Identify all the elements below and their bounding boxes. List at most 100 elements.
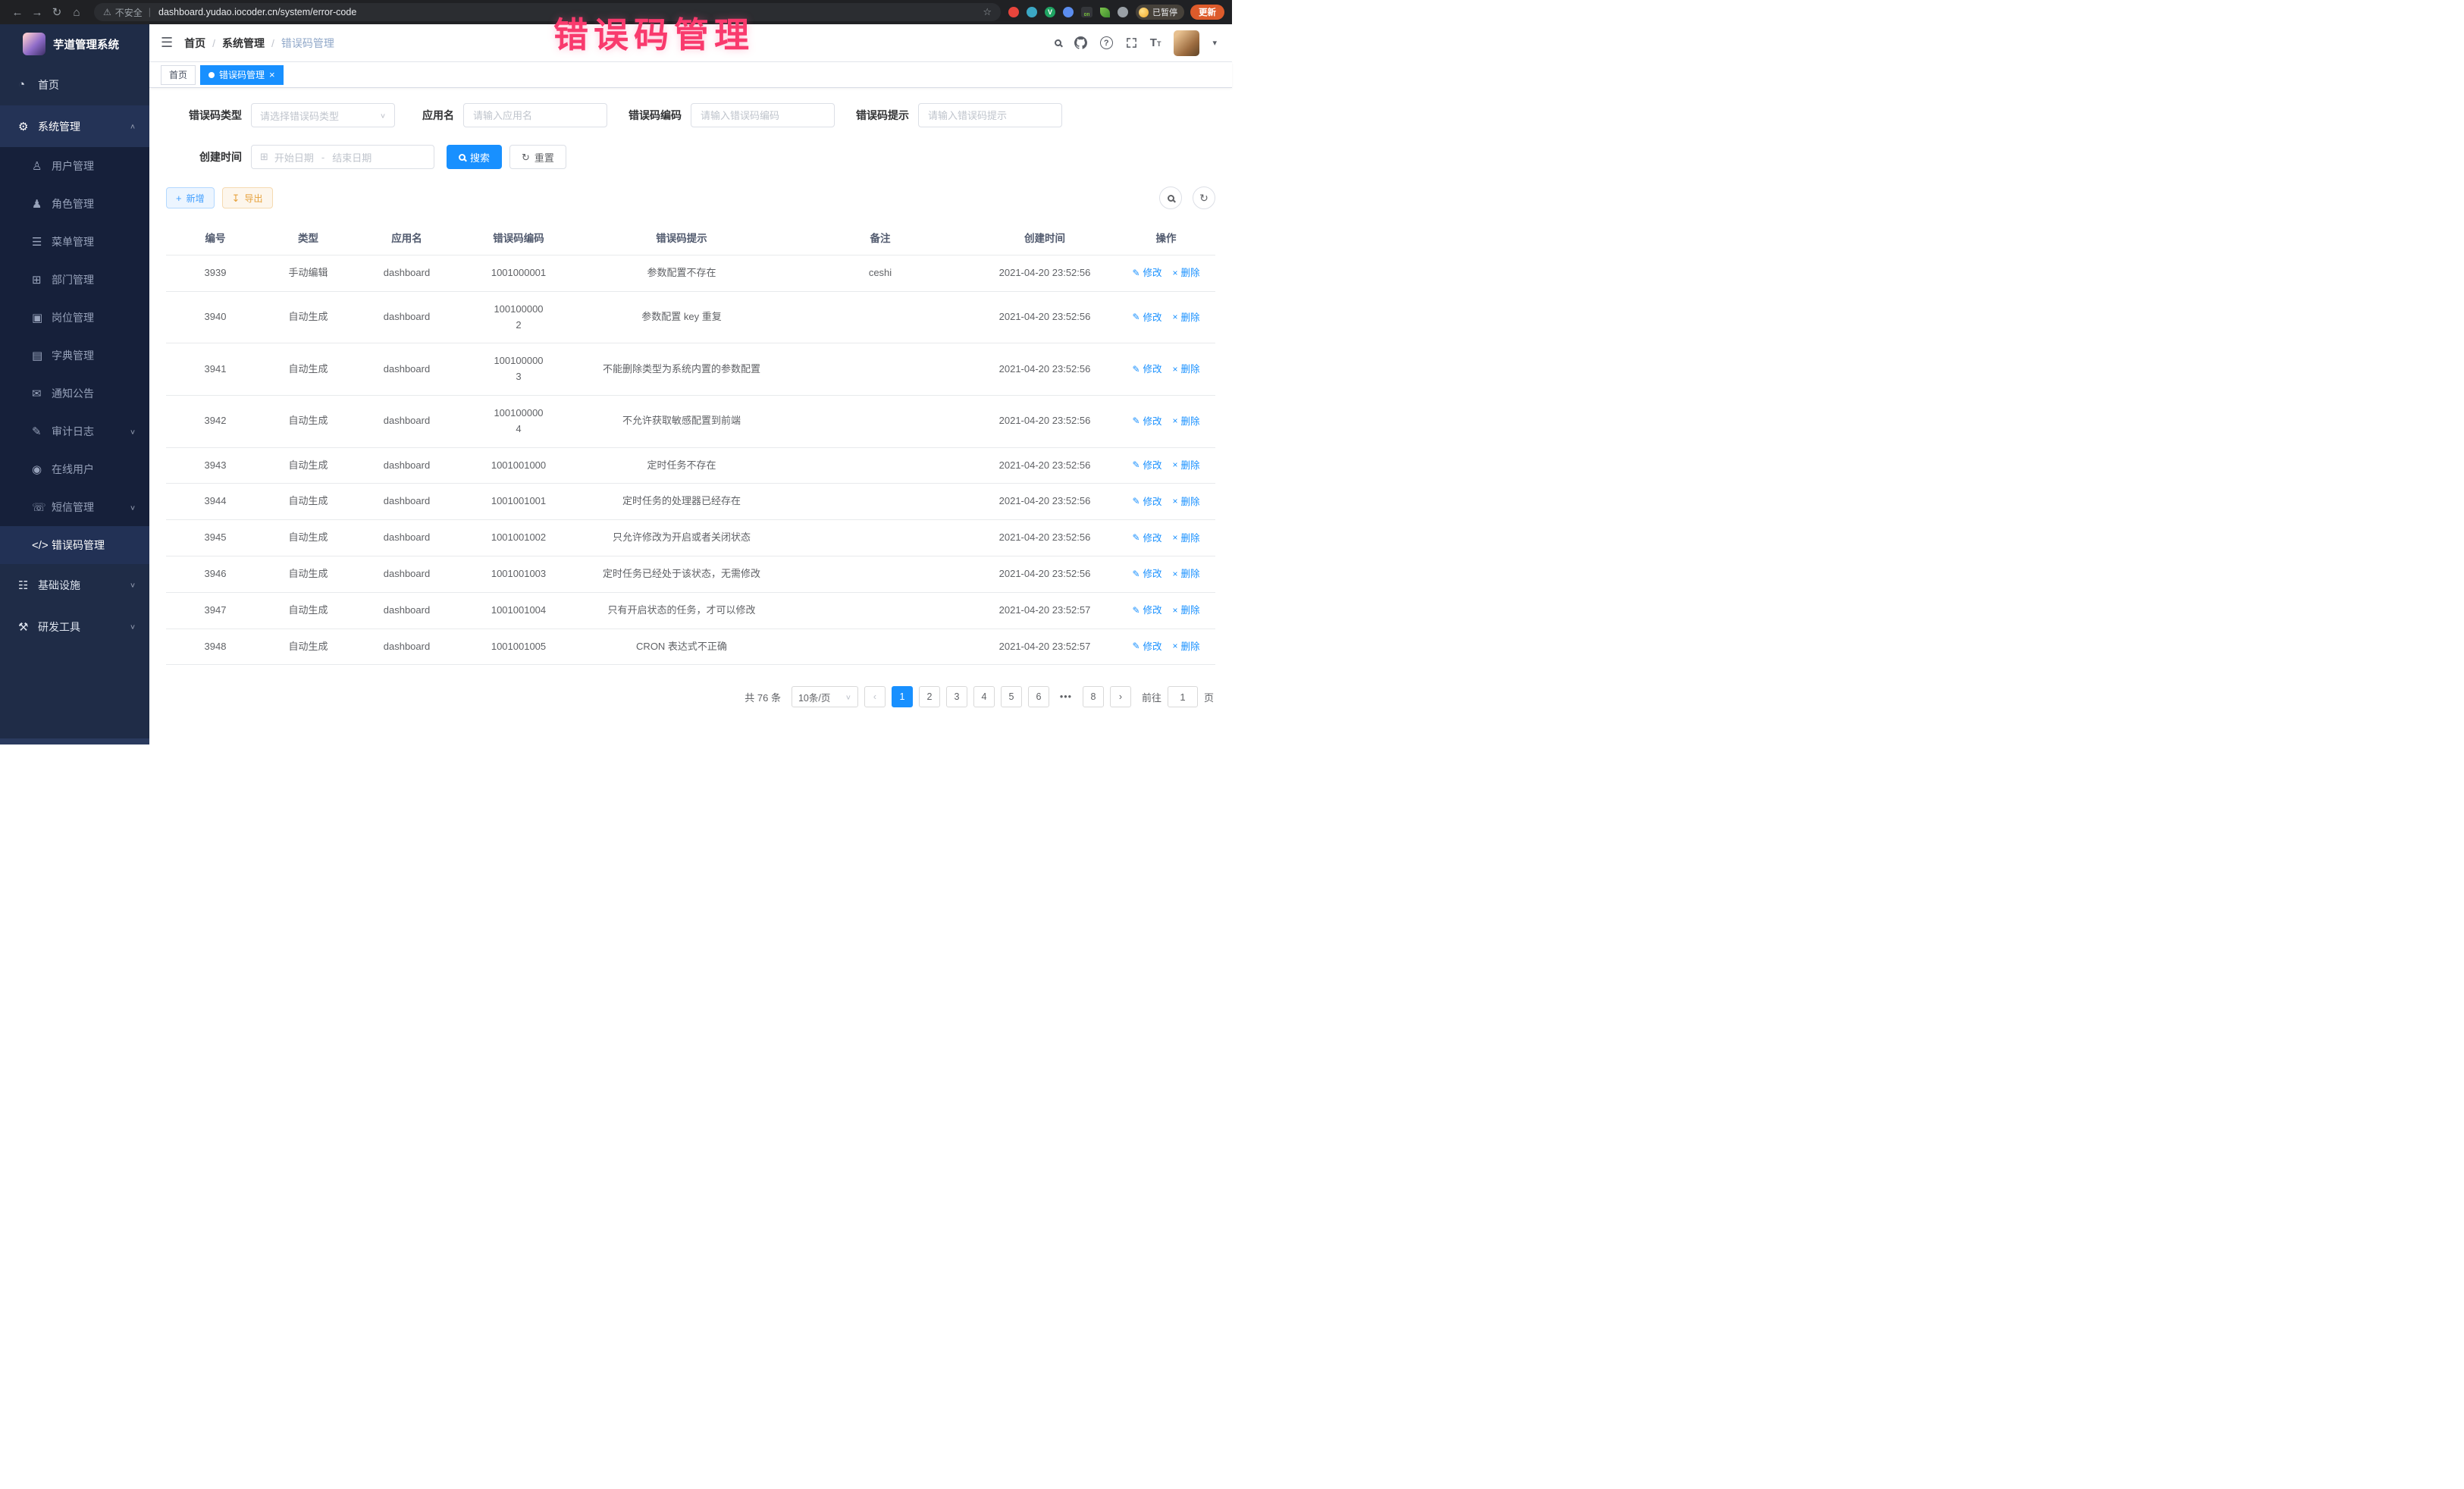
- browser-home-icon[interactable]: ⌂: [67, 6, 86, 19]
- sidebar-item[interactable]: ☷ 基础设施 ∨: [0, 564, 149, 606]
- extension-on-icon[interactable]: on: [1081, 7, 1092, 17]
- search-icon[interactable]: [1055, 39, 1061, 46]
- extension-pin-icon[interactable]: [1118, 7, 1128, 17]
- sidebar-item[interactable]: ♙ 用户管理: [0, 147, 149, 185]
- sidebar-item[interactable]: ⚒ 研发工具 ∨: [0, 606, 149, 647]
- error-msg-input[interactable]: [918, 103, 1062, 127]
- tab-close-icon[interactable]: ×: [269, 70, 275, 80]
- bookmark-star-icon[interactable]: ☆: [983, 6, 992, 18]
- extension-v-icon[interactable]: V: [1045, 7, 1055, 17]
- goto-page-input[interactable]: [1168, 686, 1198, 707]
- edit-link[interactable]: ✎ 修改: [1132, 310, 1161, 325]
- delete-link[interactable]: × 删除: [1173, 362, 1200, 377]
- cell-id: 3948: [166, 629, 265, 665]
- help-icon[interactable]: ?: [1100, 36, 1113, 49]
- breadcrumb-home[interactable]: 首页: [184, 36, 205, 51]
- delete-link[interactable]: × 删除: [1173, 310, 1200, 325]
- edit-link[interactable]: ✎ 修改: [1132, 603, 1161, 618]
- extension-record-icon[interactable]: [1008, 7, 1019, 17]
- cell-message: 只允许修改为开启或者关闭状态: [575, 520, 788, 556]
- profile-paused-badge[interactable]: 已暂停: [1136, 5, 1184, 20]
- tab-home[interactable]: 首页: [161, 65, 196, 85]
- extension-drop-icon[interactable]: [1027, 7, 1037, 17]
- tab-error-code[interactable]: 错误码管理 ×: [200, 65, 284, 85]
- edit-link[interactable]: ✎ 修改: [1132, 566, 1161, 581]
- sidebar-item[interactable]: ▣ 岗位管理: [0, 299, 149, 337]
- toggle-search-button[interactable]: [1159, 187, 1182, 209]
- browser-reload-icon[interactable]: ↻: [47, 5, 67, 19]
- cell-message: 只有开启状态的任务，才可以修改: [575, 592, 788, 629]
- cell-type: 自动生成: [265, 395, 352, 447]
- page-button[interactable]: 6: [1028, 686, 1049, 707]
- browser-back-icon[interactable]: ←: [8, 6, 27, 19]
- sidebar-item[interactable]: ♟ 角色管理: [0, 185, 149, 223]
- edit-link[interactable]: ✎ 修改: [1132, 494, 1161, 509]
- delete-link[interactable]: × 删除: [1173, 566, 1200, 581]
- sidebar-item[interactable]: ◔ 首页: [0, 64, 149, 105]
- delete-link[interactable]: × 删除: [1173, 603, 1200, 618]
- reset-button[interactable]: ↻ 重置: [509, 145, 566, 169]
- add-button[interactable]: + 新增: [166, 187, 215, 208]
- edit-link[interactable]: ✎ 修改: [1132, 531, 1161, 546]
- page-size-select[interactable]: 10条/页 ∨: [792, 686, 858, 707]
- filter-row-1: 错误码类型 请选择错误码类型 ∨ 应用名 错误码编码 错误码提示: [166, 103, 1215, 127]
- delete-link[interactable]: × 删除: [1173, 494, 1200, 509]
- sidebar-item[interactable]: ◉ 在线用户: [0, 450, 149, 488]
- github-icon[interactable]: [1074, 36, 1087, 49]
- page-button[interactable]: 1: [892, 686, 913, 707]
- edit-link[interactable]: ✎ 修改: [1132, 265, 1161, 281]
- create-time-range-picker[interactable]: ⊞ 开始日期 - 结束日期: [251, 145, 434, 169]
- page-button[interactable]: 4: [973, 686, 995, 707]
- search-button[interactable]: 搜索: [447, 145, 502, 169]
- app-name-input[interactable]: [463, 103, 607, 127]
- delete-link[interactable]: × 删除: [1173, 265, 1200, 281]
- page-button[interactable]: 8: [1083, 686, 1104, 707]
- sidebar-item[interactable]: ☰ 菜单管理: [0, 223, 149, 261]
- edit-label: 修改: [1143, 603, 1162, 618]
- fullscreen-icon[interactable]: [1126, 37, 1137, 49]
- sidebar-collapse-bar[interactable]: [0, 738, 149, 744]
- delete-link[interactable]: × 删除: [1173, 639, 1200, 654]
- page-button[interactable]: 5: [1001, 686, 1022, 707]
- app-logo[interactable]: 芋道管理系统: [0, 24, 149, 64]
- table-row: 3940 自动生成 dashboard 100100000 2 参数配置 key…: [166, 291, 1215, 343]
- extension-people-icon[interactable]: [1063, 7, 1074, 17]
- browser-update-button[interactable]: 更新: [1190, 5, 1224, 20]
- cell-message: 不允许获取敏感配置到前端: [575, 395, 788, 447]
- extension-leaf-icon[interactable]: [1100, 8, 1110, 17]
- sidebar-item[interactable]: ⚙ 系统管理 ∧: [0, 105, 149, 147]
- cell-app: dashboard: [352, 447, 462, 484]
- sidebar-item-label: 用户管理: [52, 158, 94, 174]
- edit-link[interactable]: ✎ 修改: [1132, 639, 1161, 654]
- sidebar-item[interactable]: </> 错误码管理: [0, 526, 149, 564]
- next-page-button[interactable]: ›: [1110, 686, 1131, 707]
- prev-page-button[interactable]: ‹: [864, 686, 886, 707]
- cell-app: dashboard: [352, 484, 462, 520]
- export-button[interactable]: ↧ 导出: [222, 187, 273, 208]
- sidebar-item[interactable]: ☏ 短信管理 ∨: [0, 488, 149, 526]
- sidebar-item[interactable]: ✉ 通知公告: [0, 375, 149, 412]
- page-button[interactable]: 3: [946, 686, 967, 707]
- edit-link[interactable]: ✎ 修改: [1132, 414, 1161, 429]
- page-button[interactable]: 2: [919, 686, 940, 707]
- refresh-table-button[interactable]: ↻: [1193, 187, 1215, 209]
- chevron-down-icon[interactable]: ▾: [1212, 38, 1217, 48]
- address-bar[interactable]: ⚠ 不安全 | dashboard.yudao.iocoder.cn/syste…: [94, 3, 1001, 21]
- delete-label: 删除: [1181, 414, 1200, 429]
- delete-link[interactable]: × 删除: [1173, 458, 1200, 473]
- hamburger-icon[interactable]: ☰: [161, 35, 173, 51]
- sidebar-item[interactable]: ✎ 审计日志 ∨: [0, 412, 149, 450]
- delete-link[interactable]: × 删除: [1173, 531, 1200, 546]
- delete-link[interactable]: × 删除: [1173, 414, 1200, 429]
- sidebar-item[interactable]: ⊞ 部门管理: [0, 261, 149, 299]
- sidebar-item[interactable]: ▤ 字典管理: [0, 337, 149, 375]
- user-avatar[interactable]: [1174, 30, 1199, 56]
- page-button[interactable]: •••: [1055, 686, 1077, 707]
- font-size-icon[interactable]: TT: [1150, 36, 1161, 49]
- breadcrumb-system[interactable]: 系统管理: [222, 36, 265, 51]
- error-code-input[interactable]: [691, 103, 835, 127]
- browser-forward-icon[interactable]: →: [27, 6, 47, 19]
- edit-link[interactable]: ✎ 修改: [1132, 458, 1161, 473]
- edit-link[interactable]: ✎ 修改: [1132, 362, 1161, 377]
- error-type-select[interactable]: 请选择错误码类型 ∨: [251, 103, 395, 127]
